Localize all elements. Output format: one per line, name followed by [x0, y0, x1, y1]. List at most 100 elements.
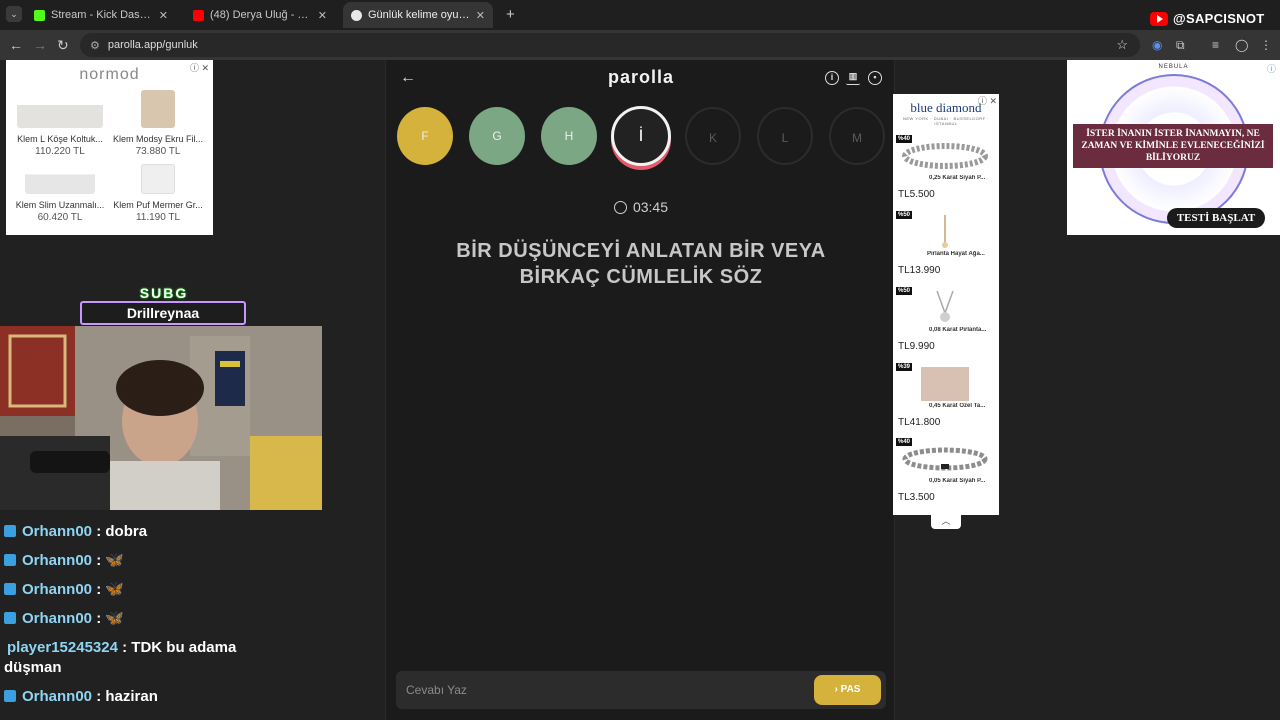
- blue-diamond-ad[interactable]: blue diamond NEW YORK · DUBAI · BUSSELDO…: [893, 94, 999, 515]
- sub-goal-label: SUBG: [139, 285, 189, 301]
- info-icon[interactable]: i: [825, 71, 839, 85]
- item-name: 0,08 Karat Pırlanta...: [929, 327, 987, 333]
- menu-icon[interactable]: ⋮: [1260, 38, 1272, 52]
- chat-text: dobra: [105, 523, 148, 540]
- chat-message: Orhann00 : 🦋: [4, 609, 274, 629]
- ad-close-icon[interactable]: ⓘ ✕: [190, 61, 209, 74]
- item-name: 0,05 Karat Siyah P...: [929, 478, 986, 484]
- forward-icon[interactable]: →: [33, 37, 47, 53]
- item-name: Pırlanta Hayat Ağa...: [927, 251, 985, 257]
- item-name: 0,45 Karat Özel Ta...: [929, 403, 986, 409]
- nebula-ad[interactable]: NEBULA ⓘ İSTER İNANIN İSTER İNANMAYIN, N…: [1067, 60, 1280, 235]
- close-icon[interactable]: ✕: [476, 9, 485, 22]
- letter-h: H: [541, 107, 597, 165]
- chat-message: player15245324 : TDK bu adama düşman: [4, 639, 237, 676]
- page: normod ⓘ ✕ Klem L Köşe Koltuk... 110.220…: [0, 60, 1280, 720]
- chat-message: Orhann00 : dobra: [4, 522, 274, 542]
- clue-text: BİR DÜŞÜNCEYİ ANLATAN BİR VEYA BİRKAÇ CÜ…: [426, 238, 856, 290]
- chat-username: Orhann00: [22, 610, 93, 627]
- chat-message: Orhann00 : 🦋: [4, 580, 274, 600]
- answer-input[interactable]: [406, 671, 806, 709]
- game-logo: parolla: [607, 67, 675, 87]
- item-price: TL3.500: [898, 492, 935, 503]
- letter-track: F G H İ K L M: [386, 106, 896, 176]
- sub-badge-icon: [4, 525, 16, 537]
- product-name: Klem Modsy Ekru Fil...: [112, 134, 204, 144]
- letter-f: F: [397, 107, 453, 165]
- letter-k: K: [685, 107, 741, 165]
- tab-search-icon[interactable]: ⌄: [6, 6, 22, 22]
- kick-icon: [34, 9, 45, 21]
- letter-m: M: [829, 107, 885, 165]
- letter-i-current: İ: [611, 106, 671, 166]
- answer-bar: › PAS: [396, 671, 886, 709]
- chat-message: Orhann00 : 🦋: [4, 551, 274, 571]
- tab-kick-dashboard[interactable]: Stream - Kick Dashboard ✕: [26, 2, 176, 28]
- chat-text: 🦋: [105, 552, 125, 569]
- clock-icon: [613, 201, 627, 214]
- start-test-button[interactable]: TESTİ BAŞLAT: [1167, 208, 1265, 228]
- channel-handle: @SAPCISNOT: [1173, 11, 1265, 26]
- stats-icon[interactable]: ▥: [846, 71, 860, 85]
- webcam-feed: [0, 326, 322, 510]
- item-price: TL9.990: [898, 341, 935, 352]
- ad-subtitle: NEW YORK · DUBAI · BUSSELDORF · ISTANBUL: [902, 116, 990, 126]
- chat-text: haziran: [105, 688, 158, 705]
- pouf-image: [141, 164, 175, 194]
- clue-line: BİR DÜŞÜNCEYİ ANLATAN BİR VEYA: [456, 240, 826, 262]
- chevron-up-icon[interactable]: ︿: [931, 515, 961, 529]
- ad-headline: İSTER İNANIN İSTER İNANMAYIN, NE ZAMAN V…: [1073, 124, 1273, 168]
- bookmark-star-icon[interactable]: ☆: [1116, 37, 1128, 53]
- streamer-name-plate: Drillreynaa: [80, 301, 246, 325]
- back-icon[interactable]: ←: [9, 37, 23, 53]
- timer: 03:45: [386, 199, 896, 215]
- product-price: 110.220 TL: [35, 146, 85, 157]
- parolla-icon: [351, 9, 362, 21]
- chat-text: 🦋: [105, 610, 125, 627]
- ad-info-icon[interactable]: ⓘ: [1267, 62, 1276, 75]
- youtube-icon: [193, 9, 204, 21]
- chat-username: Orhann00: [22, 688, 93, 705]
- product-price: 60.420 TL: [37, 212, 83, 223]
- item-price: TL13.990: [898, 265, 941, 276]
- media-icon[interactable]: ◉: [1152, 38, 1162, 52]
- close-icon[interactable]: ✕: [159, 9, 168, 22]
- extensions-icon[interactable]: ⧉: [1176, 38, 1185, 53]
- chat-username: Orhann00: [22, 523, 93, 540]
- item-name: 0,25 Karat Siyah P...: [929, 175, 986, 181]
- sub-badge-icon: [4, 554, 16, 566]
- product-price: 11.190 TL: [135, 212, 181, 223]
- ad-brand: normod: [79, 66, 140, 83]
- profile-icon[interactable]: •: [868, 71, 882, 85]
- sofa-image: [17, 90, 103, 128]
- address-bar[interactable]: ⚙ parolla.app/gunluk ☆: [80, 33, 1140, 57]
- browser-tabbar: ⌄ Stream - Kick Dashboard ✕ (48) Derya U…: [0, 0, 1280, 30]
- pass-button[interactable]: › PAS: [814, 675, 881, 705]
- media-control-icon[interactable]: ≡: [1212, 38, 1219, 52]
- tab-parolla[interactable]: Günlük kelime oyunu - parolla ✕: [343, 2, 493, 28]
- letter-l: L: [757, 107, 813, 165]
- ad-product[interactable]: Klem L Köşe Koltuk... 110.220 TL: [12, 90, 108, 157]
- sub-badge-icon: [4, 690, 16, 702]
- pass-label: PAS: [840, 684, 861, 695]
- bracelet-image: [902, 447, 988, 471]
- product-name: Klem Slim Uzanmalı...: [15, 200, 105, 210]
- ad-product[interactable]: Klem Modsy Ekru Fil... 73.880 TL: [110, 90, 206, 157]
- reload-icon[interactable]: ↻: [57, 37, 69, 54]
- webcam-image: [0, 326, 322, 510]
- necklace-image: [942, 215, 948, 248]
- ad-product[interactable]: Klem Slim Uzanmalı... 60.420 TL: [12, 164, 108, 223]
- game-header: ← parolla i ▥ •: [386, 60, 896, 96]
- close-icon[interactable]: ✕: [318, 9, 327, 22]
- tab-title: Stream - Kick Dashboard: [51, 9, 153, 21]
- tab-youtube[interactable]: (48) Derya Uluğ - Son Bakış | Ve ✕: [185, 2, 335, 28]
- ad-product[interactable]: Klem Puf Mermer Gr... 11.190 TL: [110, 164, 206, 223]
- ad-close-icon[interactable]: ⓘ ✕: [978, 94, 997, 107]
- site-info-icon[interactable]: ⚙: [90, 39, 100, 52]
- profile-icon[interactable]: ◯: [1235, 38, 1248, 52]
- timer-value: 03:45: [632, 199, 669, 215]
- sub-badge-icon: [4, 612, 16, 624]
- item-price: TL41.800: [898, 417, 941, 428]
- normod-ad[interactable]: normod ⓘ ✕ Klem L Köşe Koltuk... 110.220…: [6, 60, 213, 235]
- new-tab-icon[interactable]: +: [506, 6, 515, 23]
